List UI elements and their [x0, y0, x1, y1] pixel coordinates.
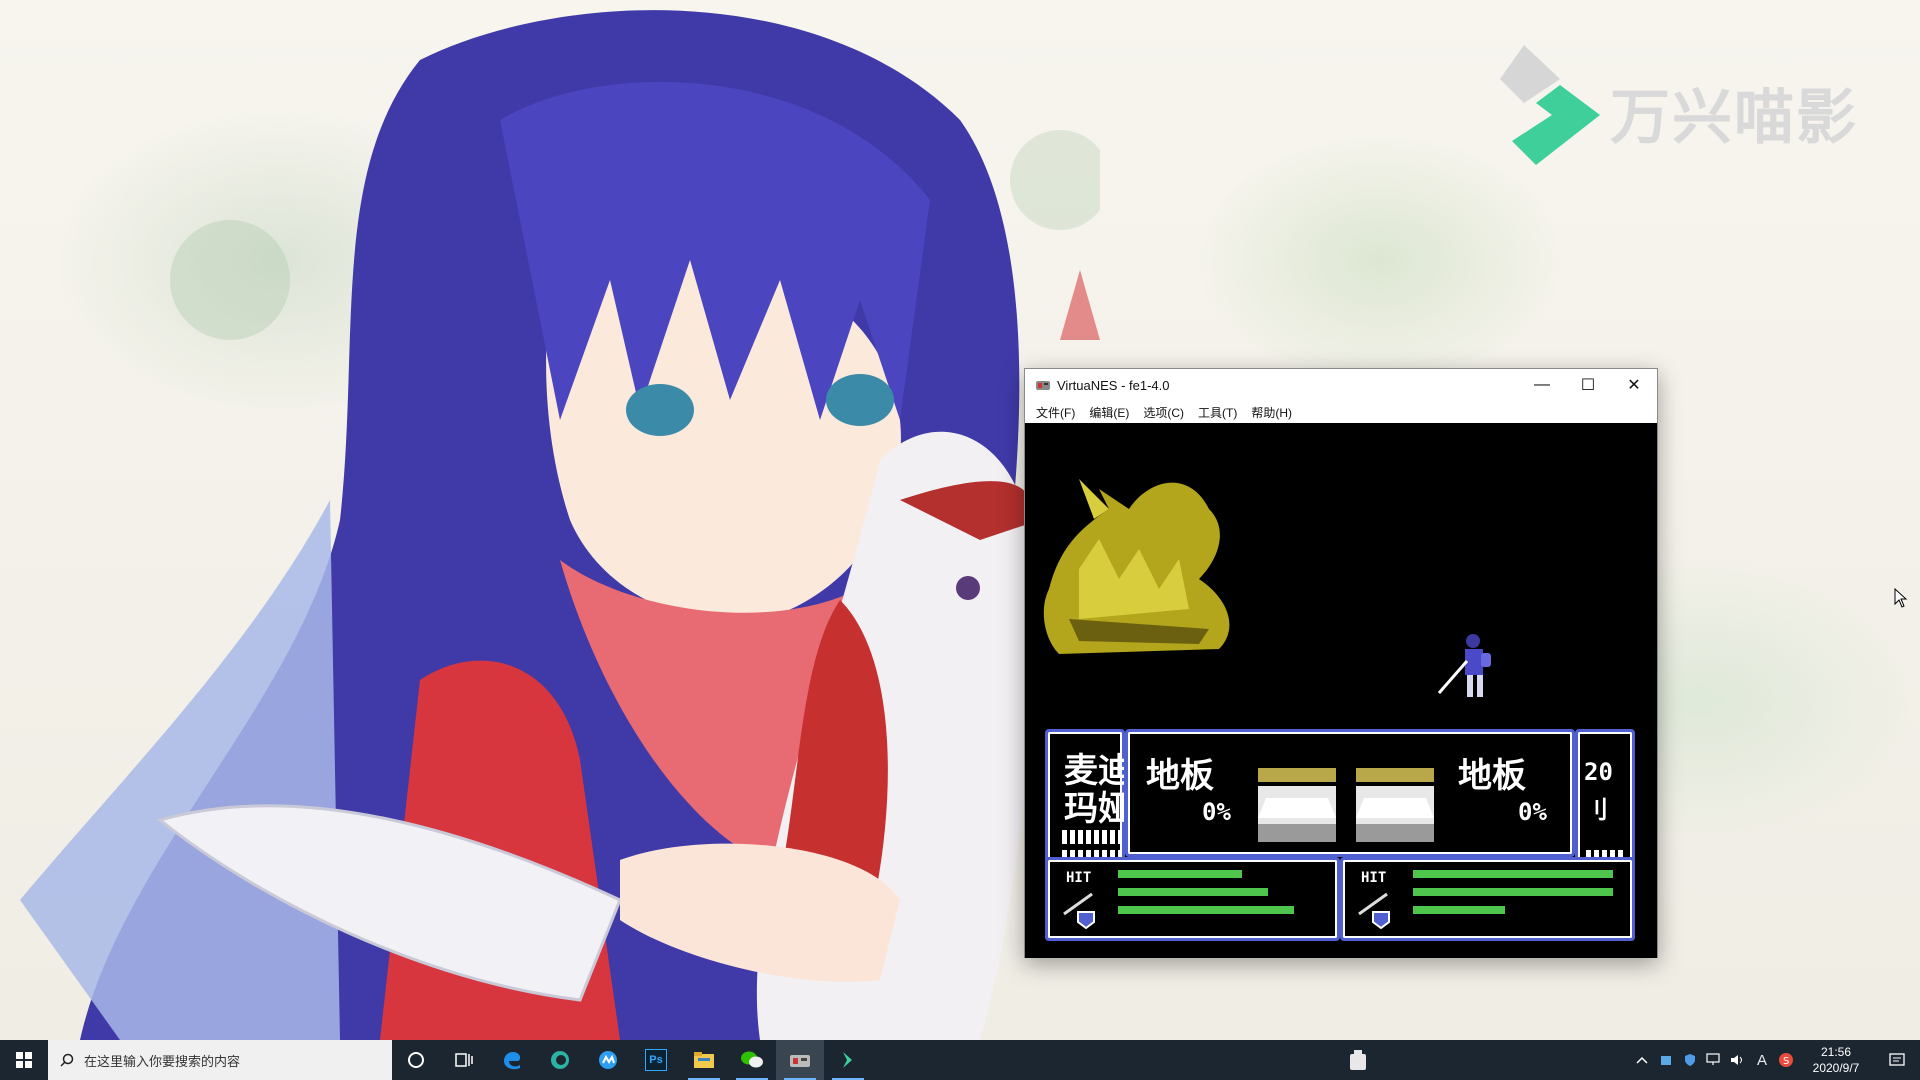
edge-icon: [551, 1051, 569, 1069]
tray-sogou[interactable]: S: [1774, 1040, 1798, 1080]
right-stat-panel: HIT: [1340, 857, 1635, 941]
menu-edit[interactable]: 编辑(E): [1082, 404, 1136, 421]
knight-sprite: [1437, 634, 1491, 697]
game-screen[interactable]: 麦迪 玛娅 地板 0% 地板 0% 20 刂 HIT HIT: [1025, 423, 1657, 958]
tray-security[interactable]: [1678, 1040, 1702, 1080]
virtuanes-window[interactable]: VirtuaNES - fe1-4.0 — ☐ ✕ 文件(F) 编辑(E) 选项…: [1024, 368, 1658, 958]
file-explorer-icon: [694, 1052, 714, 1068]
svg-text:S: S: [1783, 1056, 1789, 1067]
left-bar-3: [1118, 906, 1318, 914]
search-placeholder: 在这里输入你要搜索的内容: [84, 1053, 241, 1069]
left-sword-shield-icon: [1063, 892, 1095, 930]
input-method-indicator[interactable]: A: [1750, 1040, 1774, 1080]
left-hit-label: HIT: [1066, 870, 1092, 886]
wallpaper-illustration: [20, 10, 1100, 1040]
task-view-icon: [455, 1053, 473, 1067]
right-level: 20: [1584, 758, 1613, 786]
clock-time: 21:56: [1820, 1045, 1852, 1059]
right-stat-bars: [1413, 870, 1613, 924]
menu-bar: 文件(F) 编辑(E) 选项(C) 工具(T) 帮助(H): [1025, 401, 1657, 423]
usb-device-icon: [1350, 1050, 1366, 1070]
cortana-button[interactable]: [392, 1040, 440, 1080]
minimize-button[interactable]: —: [1519, 369, 1565, 401]
left-stat-panel: HIT: [1045, 857, 1340, 941]
wechat-taskbar[interactable]: [728, 1040, 776, 1080]
tray-network[interactable]: [1702, 1040, 1726, 1080]
action-center-button[interactable]: [1874, 1040, 1920, 1080]
left-bar-1: [1118, 870, 1318, 878]
left-unit-name: 麦迪 玛娅: [1064, 752, 1124, 828]
maximize-button[interactable]: ☐: [1565, 369, 1611, 401]
menu-options[interactable]: 选项(C): [1136, 404, 1191, 421]
terrain-right-percent: 0%: [1518, 798, 1547, 826]
terrain-left-percent: 0%: [1202, 798, 1231, 826]
right-sword-shield-icon: [1358, 892, 1390, 930]
window-titlebar[interactable]: VirtuaNES - fe1-4.0 — ☐ ✕: [1025, 369, 1657, 401]
clock-date: 2020/9/7: [1812, 1061, 1860, 1075]
usb-eject-button[interactable]: [1334, 1040, 1382, 1080]
maxthon-icon: [599, 1051, 617, 1069]
search-icon: [60, 1053, 74, 1067]
chevron-up-icon: [1636, 1056, 1648, 1064]
virtuanes-app-icon: [1036, 381, 1050, 390]
system-tray: A S 21:56 2020/9/7: [1630, 1040, 1920, 1080]
sogou-ime-icon: S: [1779, 1053, 1793, 1067]
floor-tile-right-icon: [1356, 768, 1434, 842]
terrain-right-label: 地板: [1458, 756, 1526, 796]
terrain-left-label: 地板: [1146, 756, 1214, 796]
windows-logo-icon: [16, 1052, 32, 1068]
edge-legacy-taskbar[interactable]: [488, 1040, 536, 1080]
tray-app-1[interactable]: [1654, 1040, 1678, 1080]
menu-tools[interactable]: 工具(T): [1191, 404, 1244, 421]
menu-help[interactable]: 帮助(H): [1244, 404, 1299, 421]
taskbar-clock[interactable]: 21:56 2020/9/7: [1798, 1044, 1874, 1076]
right-bar-1: [1413, 870, 1613, 878]
tray-volume[interactable]: [1726, 1040, 1750, 1080]
task-view-button[interactable]: [440, 1040, 488, 1080]
right-bar-3: [1413, 906, 1613, 914]
cortana-icon: [408, 1052, 424, 1068]
virtuanes-taskbar[interactable]: [776, 1040, 824, 1080]
close-button[interactable]: ✕: [1611, 369, 1657, 401]
taskbar-search[interactable]: 在这里输入你要搜索的内容: [48, 1040, 392, 1080]
maxthon-taskbar[interactable]: [584, 1040, 632, 1080]
volume-icon: [1731, 1055, 1742, 1065]
notification-icon: [1889, 1053, 1905, 1066]
right-level-char: 刂: [1584, 796, 1608, 824]
taskbar: 在这里输入你要搜索的内容 Ps A S 21:56 2020/9/7: [0, 1040, 1920, 1080]
photoshop-taskbar[interactable]: Ps: [632, 1040, 680, 1080]
mouse-cursor-icon: [1894, 588, 1908, 608]
network-adapter-icon: [1661, 1056, 1671, 1065]
left-bar-2: [1118, 888, 1318, 896]
edge-taskbar[interactable]: [536, 1040, 584, 1080]
window-title: VirtuaNES - fe1-4.0: [1057, 377, 1170, 393]
shield-icon: [1685, 1054, 1695, 1066]
floor-tile-left-icon: [1258, 768, 1336, 842]
battle-hud: 麦迪 玛娅 地板 0% 地板 0% 20 刂 HIT HIT: [1045, 729, 1635, 941]
photoshop-icon: Ps: [645, 1049, 667, 1071]
start-button[interactable]: [0, 1040, 48, 1080]
menu-file[interactable]: 文件(F): [1029, 404, 1082, 421]
file-explorer-taskbar[interactable]: [680, 1040, 728, 1080]
wechat-icon: [741, 1051, 763, 1068]
edge-legacy-icon: [504, 1051, 521, 1070]
right-bar-2: [1413, 888, 1613, 896]
watermark-text: 万兴喵影: [1610, 83, 1858, 153]
right-hit-label: HIT: [1361, 870, 1387, 886]
wondershare-filmora-logo-icon: [1500, 45, 1600, 165]
terrain-panel: 地板 0% 地板 0%: [1125, 729, 1575, 857]
dragon-sprite: [1043, 479, 1230, 654]
show-hidden-icons-button[interactable]: [1630, 1040, 1654, 1080]
filmora-taskbar[interactable]: [824, 1040, 872, 1080]
virtuanes-icon: [790, 1055, 810, 1067]
network-icon: [1706, 1053, 1720, 1065]
left-stat-bars: [1118, 870, 1318, 924]
filmora-icon: [843, 1052, 852, 1068]
watermark-logo: 万兴喵影: [1500, 45, 1880, 165]
left-hp-ticks: [1062, 830, 1122, 844]
